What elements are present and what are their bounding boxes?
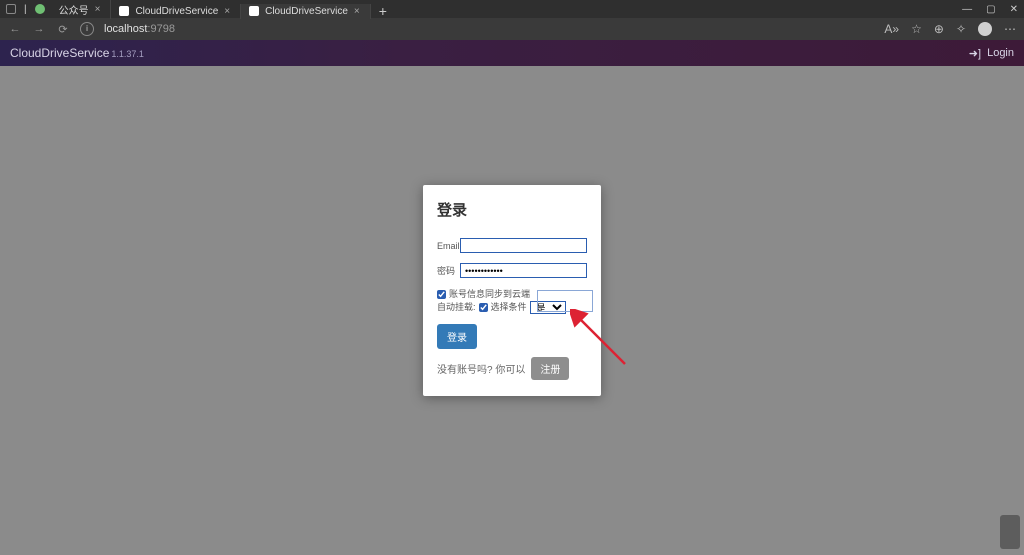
sync-label: 账号信息同步到云端 [449, 288, 530, 301]
browser-tab-2[interactable]: CloudDriveService × [111, 4, 241, 19]
url-port: :9798 [147, 23, 175, 35]
browser-tab-3[interactable]: CloudDriveService × [241, 4, 371, 19]
tab-favicon-icon [249, 6, 259, 16]
password-label: 密码 [437, 264, 460, 277]
nav-refresh-icon[interactable]: ⟳ [56, 23, 70, 36]
tab-title: CloudDriveService [265, 6, 348, 17]
register-button[interactable]: 注册 [531, 357, 569, 380]
tab-favicon-wechat [35, 4, 45, 14]
titlebar-divider: | [24, 4, 27, 15]
extensions-icon[interactable]: ✧ [956, 22, 966, 36]
browser-tabs: 公众号 × CloudDriveService × CloudDriveServ… [51, 0, 395, 19]
login-modal: 登录 Email 密码 账号信息同步到云端 自动挂载: 选择条件 是 [423, 185, 601, 396]
close-icon[interactable]: × [95, 4, 101, 15]
login-icon: ➜] [969, 47, 981, 60]
window-close-icon[interactable]: ✕ [1010, 4, 1018, 15]
profile-avatar-icon[interactable] [978, 22, 992, 36]
automount-prefix: 自动挂载: [437, 301, 476, 314]
login-options: 账号信息同步到云端 自动挂载: 选择条件 是 [437, 288, 587, 314]
browser-tab-1[interactable]: 公众号 × [51, 0, 112, 19]
close-icon[interactable]: × [354, 6, 360, 17]
collections-icon[interactable]: ⊕ [934, 22, 944, 36]
sync-checkbox[interactable] [437, 290, 446, 299]
window-app-icon [6, 4, 16, 14]
tab-title: CloudDriveService [135, 6, 218, 17]
app-header: CloudDriveService1.1.37.1 ➜] Login [0, 40, 1024, 66]
favorite-icon[interactable]: ☆ [911, 22, 922, 36]
email-label: Email [437, 241, 460, 251]
new-tab-button[interactable]: + [371, 3, 395, 19]
app-title[interactable]: CloudDriveService1.1.37.1 [10, 46, 144, 60]
url-display[interactable]: localhost:9798 [104, 23, 175, 35]
login-label: Login [987, 47, 1014, 59]
browser-titlebar: | 公众号 × CloudDriveService × CloudDriveSe… [0, 0, 1024, 18]
no-account-text: 没有账号吗? 你可以 [437, 361, 525, 376]
tab-favicon-icon [119, 6, 129, 16]
app-version: 1.1.37.1 [111, 49, 144, 59]
read-aloud-icon[interactable]: A» [884, 22, 899, 36]
tab-title: 公众号 [59, 2, 89, 17]
browser-addressbar: ← → ⟳ i localhost:9798 A» ☆ ⊕ ✧ ⋯ [0, 18, 1024, 40]
password-input[interactable] [460, 263, 587, 278]
window-minimize-icon[interactable]: — [962, 4, 972, 15]
automount-select[interactable]: 是 [530, 301, 566, 314]
modal-title: 登录 [437, 199, 587, 220]
url-host: localhost [104, 23, 147, 35]
site-info-icon[interactable]: i [80, 22, 94, 36]
nav-forward-icon[interactable]: → [32, 23, 46, 35]
nav-back-icon[interactable]: ← [8, 23, 22, 35]
app-title-text: CloudDriveService [10, 46, 109, 60]
select-label: 选择条件 [491, 301, 527, 314]
app-login-link[interactable]: ➜] Login [969, 47, 1014, 60]
scroll-to-top-button[interactable] [1000, 515, 1020, 549]
page-body: 登录 Email 密码 账号信息同步到云端 自动挂载: 选择条件 是 [0, 66, 1024, 555]
login-button[interactable]: 登录 [437, 324, 477, 349]
close-icon[interactable]: × [224, 6, 230, 17]
window-maximize-icon[interactable]: ▢ [986, 4, 995, 15]
automount-checkbox[interactable] [479, 303, 488, 312]
email-input[interactable] [460, 238, 587, 253]
browser-menu-icon[interactable]: ⋯ [1004, 22, 1016, 36]
